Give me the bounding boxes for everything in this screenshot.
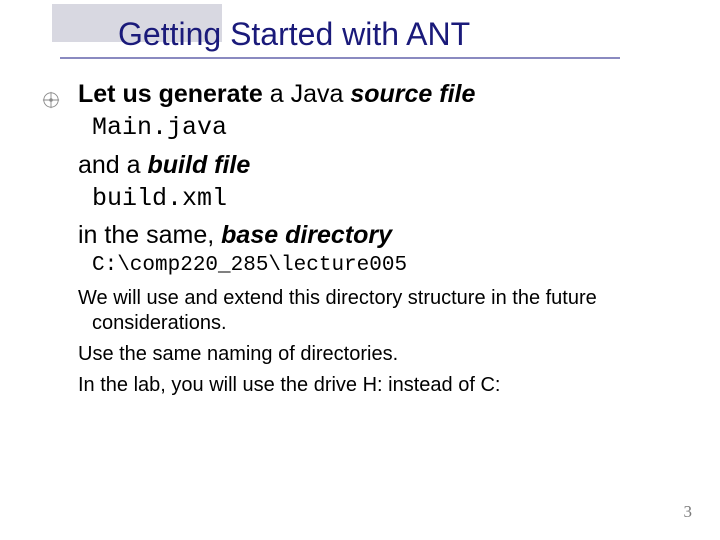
text: and a <box>78 151 148 179</box>
slide-title: Getting Started with ANT <box>60 16 670 53</box>
text: base directory <box>221 221 392 249</box>
body-2: Use the same naming of directories. <box>92 342 670 367</box>
text: source file <box>350 80 475 108</box>
bullet-1: Let us generate a Java source file <box>60 79 670 110</box>
code-main-java: Main.java <box>92 112 670 143</box>
slide: Getting Started with ANT Let us generate… <box>0 0 720 540</box>
text: Let us generate <box>78 80 263 108</box>
title-underline <box>60 57 620 59</box>
title-block: Getting Started with ANT <box>60 10 670 61</box>
body-1: We will use and extend this directory st… <box>92 286 670 336</box>
bullet-2: and a build file <box>60 150 670 181</box>
text: in the same, <box>78 221 221 249</box>
compass-icon <box>42 86 60 104</box>
code-path: C:\comp220_285\lecture005 <box>92 253 670 279</box>
bullet-3: in the same, base directory <box>60 220 670 251</box>
code-build-xml: build.xml <box>92 183 670 214</box>
page-number: 3 <box>684 502 693 522</box>
body-3: In the lab, you will use the drive H: in… <box>92 373 670 398</box>
text: build file <box>148 151 251 179</box>
text: a Java <box>263 80 351 108</box>
